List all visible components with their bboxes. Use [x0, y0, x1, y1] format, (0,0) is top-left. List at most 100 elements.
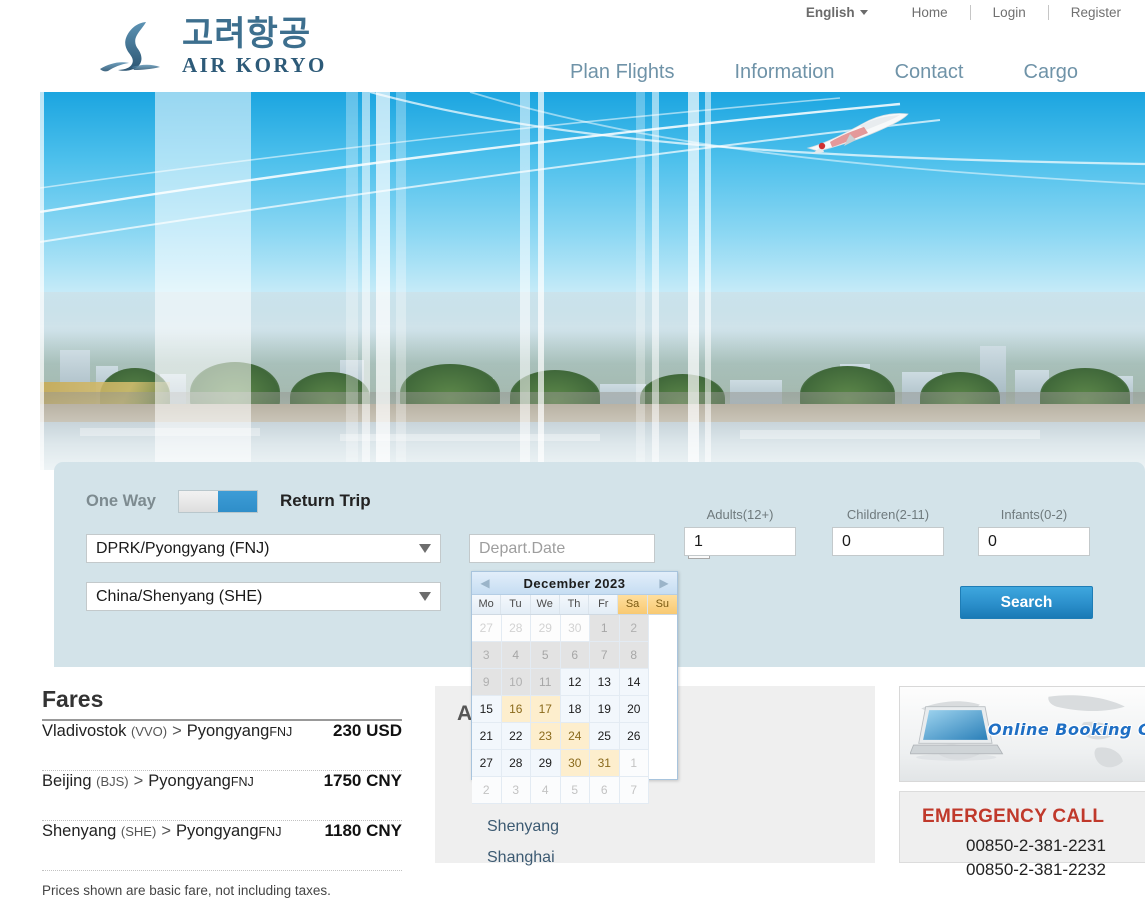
- fare-destination-code: FNJ: [231, 775, 254, 789]
- language-selector[interactable]: English: [784, 5, 890, 20]
- calendar-day-3: 3: [472, 642, 502, 669]
- prev-month-button[interactable]: ◀: [472, 576, 498, 590]
- nav-register[interactable]: Register: [1049, 5, 1143, 20]
- calendar-day-21[interactable]: 21: [472, 723, 502, 750]
- origin-value: DPRK/Pyongyang (FNJ): [96, 540, 269, 558]
- chevron-down-icon: [419, 592, 431, 601]
- calendar-weekday-header: MoTuWeThFrSaSu: [472, 595, 677, 615]
- calendar-day-5: 5: [531, 642, 561, 669]
- calendar-dow-we: We: [531, 595, 560, 614]
- fares-list: Vladivostok (VVO)>PyongyangFNJ230 USDBei…: [42, 721, 402, 871]
- fare-origin-code: (BJS): [96, 774, 129, 789]
- fare-origin: Shenyang: [42, 822, 116, 840]
- fare-route: Beijing (BJS)>PyongyangFNJ: [42, 772, 254, 791]
- calendar-day-4: 4: [531, 777, 561, 804]
- calendar-day-1: 1: [620, 750, 650, 777]
- destination-value: China/Shenyang (SHE): [96, 588, 262, 606]
- nav-cargo[interactable]: Cargo: [994, 61, 1108, 84]
- calendar-day-23[interactable]: 23: [531, 723, 561, 750]
- calendar-day-28[interactable]: 28: [502, 750, 532, 777]
- fares-section: Fares Vladivostok (VVO)>PyongyangFNJ230 …: [42, 686, 402, 898]
- children-value: 0: [842, 533, 851, 551]
- calendar-day-29[interactable]: 29: [531, 750, 561, 777]
- fare-arrow: >: [172, 722, 182, 740]
- fare-destination-code: FNJ: [259, 825, 282, 839]
- destination-link-shanghai[interactable]: Shanghai: [487, 842, 559, 873]
- search-button[interactable]: Search: [960, 586, 1093, 619]
- emergency-number-2[interactable]: 00850-2-381-2232: [966, 860, 1106, 880]
- children-label: Children(2-11): [832, 507, 944, 522]
- calendar-day-15[interactable]: 15: [472, 696, 502, 723]
- airplane-icon: [800, 106, 920, 158]
- children-select[interactable]: 0: [832, 527, 944, 556]
- calendar-day-19[interactable]: 19: [590, 696, 620, 723]
- calendar-day-12[interactable]: 12: [561, 669, 591, 696]
- emergency-number-1[interactable]: 00850-2-381-2231: [966, 836, 1106, 856]
- calendar-day-2: 2: [472, 777, 502, 804]
- adults-selector: Adults(12+) 1: [684, 507, 796, 556]
- language-label: English: [806, 5, 855, 20]
- nav-information[interactable]: Information: [705, 61, 865, 84]
- calendar-day-6: 6: [590, 777, 620, 804]
- calendar-day-16[interactable]: 16: [502, 696, 532, 723]
- depart-date-input[interactable]: [470, 539, 688, 559]
- calendar-dow-fr: Fr: [589, 595, 618, 614]
- calendar-day-14[interactable]: 14: [620, 669, 650, 696]
- fare-destination: Pyongyang: [176, 822, 259, 840]
- calendar-day-22[interactable]: 22: [502, 723, 532, 750]
- depart-date-field[interactable]: [469, 534, 655, 563]
- calendar-dow-mo: Mo: [472, 595, 501, 614]
- nav-contact[interactable]: Contact: [865, 61, 994, 84]
- calendar-day-20[interactable]: 20: [620, 696, 650, 723]
- fares-title: Fares: [42, 686, 402, 721]
- nav-plan-flights[interactable]: Plan Flights: [540, 61, 705, 84]
- calendar-day-29: 29: [531, 615, 561, 642]
- calendar-day-27[interactable]: 27: [472, 750, 502, 777]
- trip-type-selector: One Way Return Trip: [86, 486, 371, 516]
- calendar-day-24[interactable]: 24: [561, 723, 591, 750]
- calendar-day-9: 9: [472, 669, 502, 696]
- calendar-day-26[interactable]: 26: [620, 723, 650, 750]
- fares-note: Prices shown are basic fare, not includi…: [42, 883, 402, 898]
- fare-destination: Pyongyang: [148, 772, 231, 790]
- adults-value: 1: [694, 533, 703, 551]
- site-logo[interactable]: 고려항공 AIR KORYO: [96, 10, 386, 85]
- nav-home[interactable]: Home: [890, 5, 970, 20]
- trip-type-toggle[interactable]: [178, 490, 258, 513]
- toggle-on-half: [218, 491, 257, 512]
- one-way-label[interactable]: One Way: [86, 492, 156, 511]
- online-booking-guide-banner[interactable]: Online Booking Guide: [899, 686, 1145, 782]
- calendar-day-4: 4: [502, 642, 532, 669]
- calendar-day-18[interactable]: 18: [561, 696, 591, 723]
- infants-select[interactable]: 0: [978, 527, 1090, 556]
- fare-route: Vladivostok (VVO)>PyongyangFNJ: [42, 722, 292, 741]
- calendar-header: ◀ December 2023 ▶: [472, 572, 677, 595]
- fare-route: Shenyang (SHE)>PyongyangFNJ: [42, 822, 281, 841]
- calendar-day-31[interactable]: 31: [590, 750, 620, 777]
- infants-label: Infants(0-2): [978, 507, 1090, 522]
- next-month-button[interactable]: ▶: [651, 576, 677, 590]
- return-trip-label[interactable]: Return Trip: [280, 491, 371, 511]
- calendar-day-30[interactable]: 30: [561, 750, 591, 777]
- infants-selector: Infants(0-2) 0: [978, 507, 1090, 556]
- origin-select[interactable]: DPRK/Pyongyang (FNJ): [86, 534, 441, 563]
- fare-arrow: >: [134, 772, 144, 790]
- logo-korean-text: 고려항공: [182, 17, 327, 51]
- fare-origin-code: (SHE): [121, 824, 156, 839]
- calendar-dow-th: Th: [560, 595, 589, 614]
- calendar-dow-tu: Tu: [501, 595, 530, 614]
- calendar-day-7: 7: [590, 642, 620, 669]
- calendar-day-25[interactable]: 25: [590, 723, 620, 750]
- calendar-day-13[interactable]: 13: [590, 669, 620, 696]
- calendar-day-17[interactable]: 17: [531, 696, 561, 723]
- adults-select[interactable]: 1: [684, 527, 796, 556]
- destination-link-shenyang[interactable]: Shenyang: [487, 811, 559, 842]
- children-selector: Children(2-11) 0: [832, 507, 944, 556]
- nav-login[interactable]: Login: [971, 5, 1048, 20]
- logo-latin-text: AIR KORYO: [182, 53, 327, 78]
- emergency-call-card: EMERGENCY CALL 00850-2-381-2231 00850-2-…: [899, 791, 1145, 863]
- fare-destination: Pyongyang: [187, 722, 270, 740]
- calendar-title: December 2023: [498, 576, 651, 591]
- destination-select[interactable]: China/Shenyang (SHE): [86, 582, 441, 611]
- calendar-day-5: 5: [561, 777, 591, 804]
